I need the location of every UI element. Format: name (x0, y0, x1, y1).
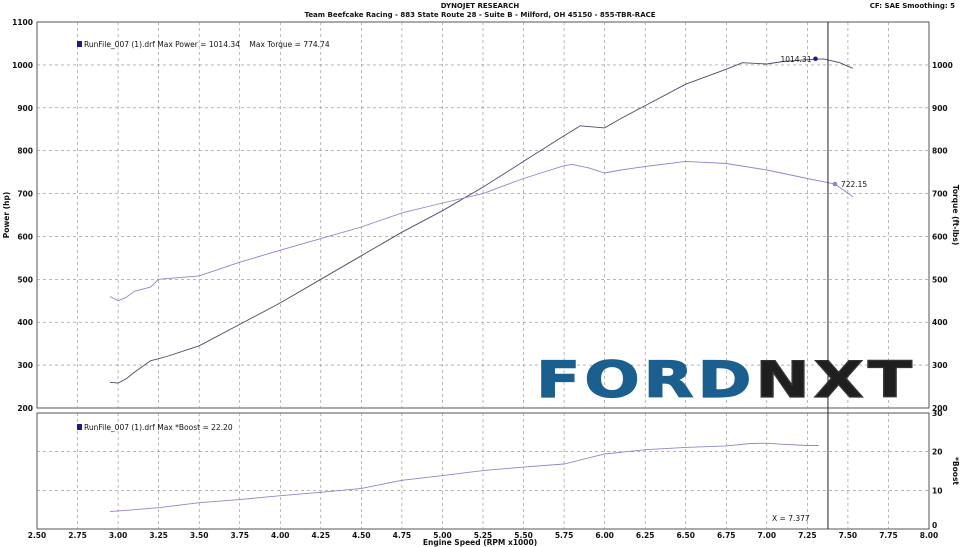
y-tick-label-torque: 1000 (932, 61, 953, 70)
y-tick-label-boost: 20 (932, 448, 942, 457)
y-tick-label-boost: 0 (932, 521, 937, 530)
y-tick-label-power: 200 (17, 404, 33, 413)
y-tick-label-torque: 900 (932, 104, 948, 113)
peak-marker (813, 56, 818, 62)
x-tick-label: 7.25 (798, 531, 817, 540)
x-tick-label: 4.00 (271, 531, 290, 540)
x-tick-label: 8.00 (920, 531, 939, 540)
x-tick-label: 7.50 (839, 531, 858, 540)
y-tick-label-torque: 400 (932, 318, 948, 327)
dyno-chart: DYNOJET RESEARCH Team Beefcake Racing - … (2, 2, 960, 547)
svg-text:FORDNXT: FORD NXT (536, 351, 916, 409)
y-tick-label-power: 400 (17, 318, 33, 327)
y-axis-title-power: Power (hp) (2, 192, 11, 239)
x-tick-label: 3.00 (109, 531, 128, 540)
y-tick-label-power: 800 (17, 147, 33, 156)
x-tick-label: 2.75 (68, 531, 87, 540)
boost-ticks: 0 10 20 30 (932, 409, 942, 530)
x-tick-label: 6.75 (717, 531, 736, 540)
y-tick-label-boost: 10 (932, 486, 942, 495)
peak-marker-label: 1014.31 (780, 55, 811, 64)
y-tick-label-power: 1000 (12, 61, 33, 70)
y-tick-label-torque: 600 (932, 232, 948, 241)
y-tick-label-power: 300 (17, 361, 33, 370)
y-tick-label-power: 600 (17, 232, 33, 241)
boost-legend: RunFile_007 (1).drf Max *Boost = 22.20 (84, 423, 233, 432)
chart-header-subtitle: Team Beefcake Racing - 883 State Route 2… (304, 11, 655, 19)
x-axis-title: Engine Speed (RPM x1000) (423, 538, 537, 547)
boost-panel: 0 10 20 30 RunFile_007 (1).drf Max *Boost =… (36, 409, 960, 530)
y-tick-label-power: 900 (17, 104, 33, 113)
x-tick-label: 6.50 (676, 531, 695, 540)
peak-marker (832, 181, 838, 187)
x-tick-label: 7.75 (879, 531, 898, 540)
legend-swatch (77, 424, 82, 430)
x-tick-label: 6.25 (636, 531, 655, 540)
y-axis-title-torque: Torque (ft-lbs) (951, 185, 960, 246)
x-tick-label: 3.25 (149, 531, 168, 540)
y-tick-label-torque: 500 (932, 275, 948, 284)
y-tick-label-boost: 30 (932, 409, 942, 418)
y-tick-label-torque: 800 (932, 147, 948, 156)
y-tick-label-power: 500 (17, 275, 33, 284)
chart-header-title: DYNOJET RESEARCH (441, 2, 520, 10)
y-axis-title-boost: *Boost (951, 457, 960, 485)
peak-marker-label: 722.15 (841, 180, 867, 189)
x-tick-label: 4.75 (393, 531, 412, 540)
settings-readout: CF: SAE Smoothing: 5 (870, 2, 955, 10)
x-tick-label: 3.75 (230, 531, 249, 540)
legend-swatch (77, 41, 82, 47)
y-tick-label-torque: 300 (932, 361, 948, 370)
y-tick-label-power: 700 (17, 190, 33, 199)
x-tick-label: 6.00 (595, 531, 614, 540)
x-tick-label: 5.75 (555, 531, 574, 540)
fordnxt-logo: FORD NXT (535, 350, 916, 409)
cursor-readout: X = 7.377 (772, 514, 810, 523)
y-tick-label-torque: 700 (932, 190, 948, 199)
y-tick-label-power: 1100 (12, 18, 33, 27)
x-tick-label: 4.25 (312, 531, 331, 540)
x-tick-label: 2.50 (28, 531, 47, 540)
x-tick-label: 3.50 (190, 531, 209, 540)
power-torque-legend: RunFile_007 (1).drf Max Power = 1014.34 … (84, 40, 330, 49)
x-tick-label: 7.00 (758, 531, 777, 540)
x-tick-label: 4.50 (352, 531, 371, 540)
